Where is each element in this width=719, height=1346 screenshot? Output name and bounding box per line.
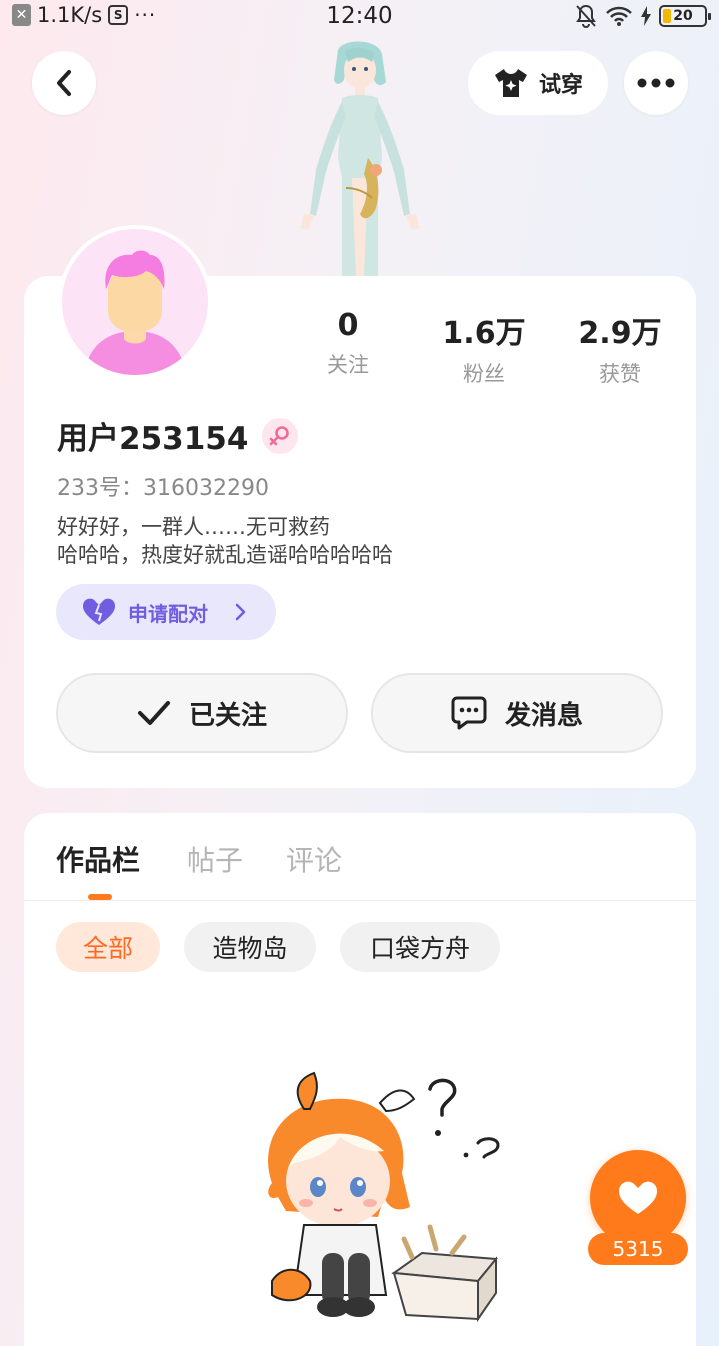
followed-label: 已关注 [188,700,267,731]
stat-likes[interactable]: 2.9万 获赞 [560,308,680,388]
likes-received-count: 2.9万 [578,316,662,351]
stat-following[interactable]: 0 关注 [288,308,408,379]
status-bar: ✕ 1.1K/s S ··· 12:40 20 [0,0,719,34]
shirt-sparkle-icon [494,69,527,97]
avatar[interactable] [58,225,212,379]
following-count: 0 [337,308,359,343]
try-on-label: 试穿 [538,73,583,98]
bio-line: 好好好，一群人……无可救药 [57,515,330,539]
send-message-button[interactable]: 发消息 [371,673,663,753]
try-on-button[interactable]: 试穿 [468,51,608,115]
checkmark-icon [137,701,170,725]
chevron-right-icon [235,603,246,621]
stat-fans[interactable]: 1.6万 粉丝 [424,308,544,388]
username-row: 用户253154 [57,413,299,458]
tab-comments[interactable]: 评论 [286,839,342,879]
pair-request-label: 申请配对 [128,601,208,626]
tab-works[interactable]: 作品栏 [56,839,140,879]
bio-line: 哈哈哈，热度好就乱造谣哈哈哈哈哈 [57,543,393,567]
active-tab-indicator [88,894,112,900]
chevron-left-icon [57,70,71,96]
works-card: 作品栏 帖子 评论 全部 造物岛 口袋方舟 [24,813,696,1346]
status-right: 20 [575,4,711,28]
followed-button[interactable]: 已关注 [56,673,348,753]
like-fab-button[interactable] [590,1150,686,1246]
filter-creation-island[interactable]: 造物岛 [184,922,316,972]
female-icon [270,425,290,445]
heart-icon [82,598,116,625]
fans-count: 1.6万 [442,316,526,351]
fans-label: 粉丝 [463,362,505,386]
more-button[interactable] [624,51,688,115]
likes-received-label: 获赞 [599,362,641,386]
ellipsis-icon [637,78,675,88]
pair-request-button[interactable]: 申请配对 [56,584,276,640]
content-tabs: 作品栏 帖子 评论 [24,813,696,901]
heart-icon [618,1181,658,1214]
send-message-label: 发消息 [504,700,583,731]
user-id: 233号：316032290 [57,476,269,501]
following-label: 关注 [327,353,369,377]
empty-state-illustration [268,1071,500,1323]
tab-posts[interactable]: 帖子 [187,839,243,879]
battery-indicator: 20 [659,5,711,27]
filter-pocket-ark[interactable]: 口袋方舟 [340,922,500,972]
back-button[interactable] [32,51,96,115]
filter-all[interactable]: 全部 [56,922,160,972]
gender-badge [262,417,299,454]
bio: 好好好，一群人……无可救药 哈哈哈，热度好就乱造谣哈哈哈哈哈 [57,513,393,569]
message-bubble-icon [451,696,487,730]
charging-icon [641,6,651,26]
wifi-icon [606,6,632,26]
like-count-badge: 5315 [588,1233,688,1265]
bell-off-icon [576,4,596,28]
avatar-3d-figure[interactable] [290,38,430,276]
default-avatar-icon [62,229,208,375]
username: 用户253154 [57,421,249,457]
